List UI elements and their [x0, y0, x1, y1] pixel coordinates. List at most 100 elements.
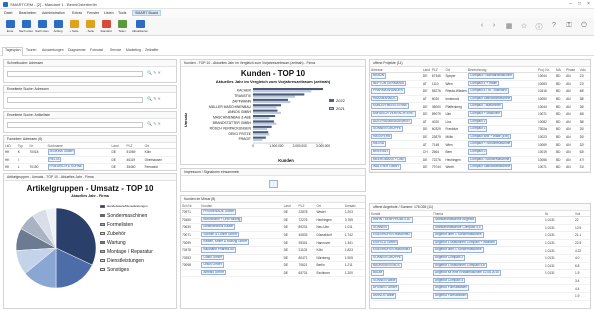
- tab-touren[interactable]: Touren: [24, 48, 38, 52]
- minimize-icon[interactable]: –: [566, 1, 575, 8]
- table-cell[interactable]: ANHUSCH VERPÄCHTERE: [370, 110, 422, 119]
- table-cell[interactable]: Angebot Formatstisten: [432, 284, 544, 293]
- page-up-button[interactable]: Nach oben: [34, 19, 50, 35]
- table-cell[interactable]: Compact WM + Walle (Erb): [467, 133, 537, 142]
- start-button[interactable]: Anfang: [50, 19, 66, 35]
- table-row[interactable]: 70630 Elektrotechnik Kaiser DE 89231 Neu-Ulm…: [181, 223, 365, 232]
- lock-icon[interactable]: ⚿: [565, 22, 573, 30]
- table-row[interactable]: 70393 Gusto GmbH DE 80471 Nürnberg 1.905: [181, 254, 365, 263]
- table-cell[interactable]: EISENHOFEN maschine2: [370, 231, 432, 240]
- table-cell[interactable]: AFSWEG GmbH: [370, 284, 432, 293]
- share-button[interactable]: Teilen: [114, 19, 130, 35]
- menu-tools[interactable]: Tools: [118, 11, 126, 15]
- table-cell[interactable]: Angebot Compact 2: [432, 254, 544, 263]
- menu-listen[interactable]: Listen: [104, 11, 114, 15]
- menu-extras[interactable]: Extras: [72, 11, 82, 15]
- table-row[interactable]: KÜBLER MEISSTERNE DE 38000 Pfaffenberg Compa…: [370, 102, 590, 111]
- record-link[interactable]: Compact WM + Walle (Erb): [468, 133, 511, 140]
- table-cell[interactable]: AMINOS Walle: [370, 292, 432, 301]
- record-link[interactable]: PHARMA BRANDER: [371, 88, 405, 94]
- table-cell[interactable]: Bürknmann + Lett Holding: [200, 216, 283, 225]
- table-row[interactable]: AMINOS Walle Angebot Formatdisten 1.9: [370, 292, 590, 301]
- record-link[interactable]: Compact Standardmaschine: [468, 171, 513, 172]
- record-link[interactable]: Angebot Formatdisten: [433, 292, 469, 299]
- table-cell[interactable]: Compact Standardmaschine: [467, 163, 537, 172]
- tab-service[interactable]: Service: [108, 48, 123, 52]
- star-icon[interactable]: ☆: [520, 22, 528, 30]
- table-cell[interactable]: BRAUN: [370, 72, 422, 81]
- record-link[interactable]: HAHN / SENFFHUBLITZE: [371, 217, 413, 223]
- table-cell[interactable]: AUSTRIA MANAGEMENT: [370, 118, 422, 127]
- table-cell[interactable]: Compact Standardmaschine: [467, 95, 537, 104]
- table-cell[interactable]: JENKINS GMBH: [46, 148, 111, 157]
- table-row[interactable]: EISENHOFEN maschine3 Angebot über 1 Sonde…: [370, 246, 590, 255]
- record-link[interactable]: MIDVIA: [371, 141, 386, 147]
- table-row[interactable]: HASSFERN DE 23879 Mölln Compact WM + Walle (…: [370, 133, 590, 142]
- page-down-button[interactable]: Nach unten: [18, 19, 34, 35]
- search-icons[interactable]: 🔍 ✎ ✕: [147, 96, 161, 101]
- table-row[interactable]: AFSWEG GmbH Angebot Formatstisten 4.4: [370, 284, 590, 293]
- table-cell[interactable]: Compact 1: [467, 118, 537, 127]
- menu-smart-board[interactable]: SMART Board: [132, 10, 162, 16]
- search-icons[interactable]: 🔍 ✎ ✕: [147, 70, 161, 75]
- table-row[interactable]: BAUNSSENTMCS Angebot 1 Maschinen Compact …: [370, 262, 590, 271]
- table-cell[interactable]: Compact + Sondermaschine: [467, 140, 537, 149]
- table-cell[interactable]: Compact 4 + Walle: [467, 80, 537, 89]
- quick-search-input[interactable]: [7, 71, 143, 77]
- table-row[interactable]: EISENHOFEN maschine2 Angebot über 1 Sonde…: [370, 231, 590, 240]
- record-link[interactable]: Angebot für eine Erstaltmaschine 10.08.2…: [433, 270, 501, 276]
- table-cell[interactable]: Ambitio GmbH: [200, 269, 283, 278]
- record-link[interactable]: BAUNSSENTMCS: [371, 262, 402, 269]
- record-link[interactable]: Bürknmann + Lett Holding: [201, 216, 243, 223]
- table-cell[interactable]: FRIEDRICH & SÖHNE: [46, 163, 111, 170]
- table-cell[interactable]: Compact - Maschinen: [467, 102, 537, 111]
- table-cell[interactable]: Standardmaschine Compact 4.5: [432, 224, 544, 233]
- record-link[interactable]: Compact 4 + Walle: [468, 80, 499, 87]
- record-link[interactable]: FRIEDRICH & SÖHNE: [47, 164, 85, 170]
- record-link[interactable]: Angebot Compact 2: [433, 254, 466, 261]
- table-row[interactable]: BRAUN DE 67346 Speyer Compact / Standardmasc…: [370, 72, 590, 81]
- table-row[interactable]: MEERGMASS + LINE DE 72276 Hechingen Compact …: [370, 156, 590, 165]
- record-link[interactable]: Compact / Standardmaschine: [468, 73, 514, 79]
- record-link[interactable]: AMINOS Walle: [371, 292, 397, 299]
- table-cell[interactable]: EISFELD GmbH: [370, 239, 432, 248]
- table-row[interactable]: SONNEN Standardmaschine Compact 4.5 1.0131…: [370, 224, 590, 233]
- table-cell[interactable]: Compact / Sondermaschine: [467, 156, 537, 165]
- table-cell[interactable]: NEPTUN GERMANIA: [370, 80, 422, 89]
- table-row[interactable]: SONNEN DE40822DüsseldorfCompact Standardm…: [370, 171, 590, 172]
- table-cell[interactable]: Ursus GmbH: [200, 261, 283, 270]
- table-row[interactable]: 70099 Kelsen, Keller & Münzig GmbH DE 35301…: [181, 238, 365, 247]
- record-link[interactable]: SONNEN: [371, 224, 389, 231]
- table-cell[interactable]: HELTA: [46, 156, 111, 165]
- table-cell[interactable]: Compact / Standardmaschine: [467, 72, 537, 81]
- previous-icon[interactable]: ›: [490, 22, 498, 29]
- record-link[interactable]: KÜBLER MEISSTERNE: [371, 103, 410, 109]
- record-link[interactable]: HELTA: [47, 156, 62, 163]
- table-cell[interactable]: Compact 2: [467, 125, 537, 134]
- record-link[interactable]: ANHUSCH VERPÄCHTERE: [371, 110, 416, 117]
- table-cell[interactable]: HAASMANNUS: [370, 95, 422, 104]
- record-link[interactable]: Ursus GmbH: [201, 262, 224, 268]
- record-link[interactable]: BAUM: [371, 270, 385, 276]
- maximize-icon[interactable]: □: [575, 1, 584, 8]
- record-link[interactable]: Angebot über 1 Sondermaschine: [433, 247, 484, 253]
- record-link[interactable]: Compact 4 / M - Standard: [468, 88, 509, 94]
- menu-fenster[interactable]: Fenster: [87, 11, 99, 15]
- table-cell[interactable]: MIDVIA: [370, 140, 422, 149]
- table-row[interactable]: NEPTUN GERMANIA AT 1110 Wien Compact 4 + Wal…: [370, 80, 590, 89]
- table-cell[interactable]: Baumann Pharma AG: [200, 246, 283, 255]
- menu-administration[interactable]: Administration: [42, 11, 65, 15]
- end-button[interactable]: Ende: [2, 19, 18, 35]
- table-cell[interactable]: Compact Standardmaschine: [467, 171, 537, 172]
- record-link[interactable]: JENKINS GMBH: [47, 149, 76, 155]
- table-cell[interactable]: Angebot für eine Erstaltmaschine 10.08.2…: [432, 269, 544, 278]
- record-link[interactable]: Standardmaschine Angebot: [433, 217, 477, 223]
- table-cell[interactable]: Elektrotechnik Kaiser: [200, 223, 283, 232]
- standard-button[interactable]: Standard: [98, 19, 114, 35]
- advanced-search-articles-input[interactable]: [7, 122, 143, 128]
- menu-bearbeiten[interactable]: Bearbeiten: [19, 11, 36, 15]
- table-cell[interactable]: Angebot über 1 Sondermaschine: [432, 246, 544, 255]
- table-cell[interactable]: HASSFERN: [370, 133, 422, 142]
- record-link[interactable]: Elektrotechnik Kaiser: [201, 224, 236, 230]
- table-cell[interactable]: MEERGMASS + LINE: [370, 156, 422, 165]
